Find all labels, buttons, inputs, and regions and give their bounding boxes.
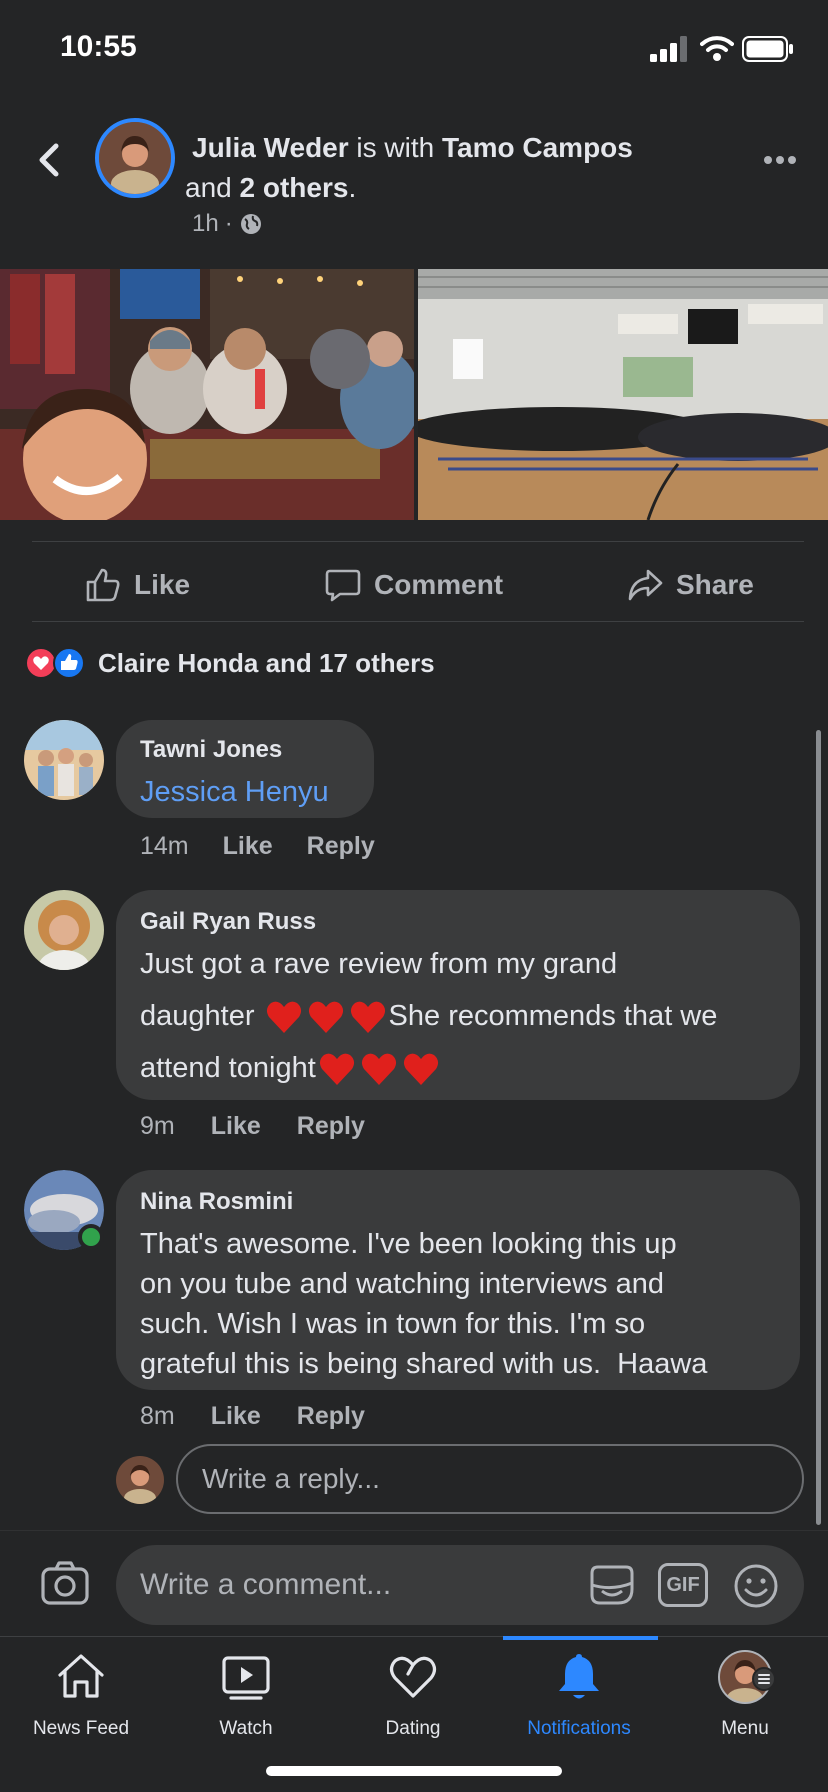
thumbs-up-icon	[86, 568, 120, 602]
nav-dating[interactable]: Dating	[338, 1650, 488, 1740]
author-name[interactable]: Julia Weder	[192, 132, 349, 163]
red-heart-emoji-icon	[319, 1054, 354, 1086]
online-status-indicator	[78, 1224, 104, 1250]
back-button[interactable]	[34, 140, 64, 180]
gif-label: GIF	[666, 1573, 700, 1596]
post-photo-gym[interactable]	[418, 269, 828, 520]
emoji-icon[interactable]	[732, 1562, 780, 1610]
meta-separator: ·	[224, 210, 233, 237]
camera-icon[interactable]	[40, 1558, 90, 1608]
nav-label: Watch	[219, 1718, 273, 1739]
comment-text-line: on you tube and watching interviews and	[140, 1268, 664, 1300]
reply-placeholder: Write a reply...	[202, 1463, 380, 1494]
commenter-avatar[interactable]	[24, 720, 104, 800]
comment-text-line: attend tonight	[140, 1048, 776, 1088]
post-headline: Julia Weder is with Tamo Campos and 2 ot…	[185, 128, 712, 208]
red-heart-emoji-icon	[403, 1054, 438, 1086]
red-heart-emoji-icon	[308, 1002, 343, 1034]
tagged-name[interactable]: Tamo Campos	[442, 132, 633, 163]
more-options-icon[interactable]	[760, 145, 800, 175]
post-meta: 1h ·	[192, 210, 263, 238]
comment-text-line: Just got a rave review from my grand	[140, 948, 618, 980]
comment-author[interactable]: Gail Ryan Russ	[140, 908, 776, 936]
comment-author[interactable]: Nina Rosmini	[140, 1188, 776, 1216]
comment-time: 8m	[140, 1402, 175, 1430]
comment-text-line: daughter She recommends that we	[140, 996, 776, 1036]
bell-icon	[559, 1654, 599, 1699]
comment-actions: 8m Like Reply	[140, 1402, 365, 1431]
comment-bubble[interactable]: Nina Rosmini That's awesome. I've been l…	[116, 1170, 800, 1390]
user-avatar	[116, 1456, 164, 1504]
comment-label: Comment	[374, 569, 504, 600]
home-icon	[58, 1654, 104, 1698]
with-text: is with	[348, 132, 443, 163]
comment-text-line: such. Wish I was in town for this. I'm s…	[140, 1308, 646, 1340]
reactions-text: Claire Honda and 17 others	[98, 647, 435, 678]
comment-like-button[interactable]: Like	[211, 1112, 261, 1141]
nav-menu[interactable]: Menu	[670, 1650, 820, 1740]
comment-text-line: grateful this is being shared with us. H…	[140, 1348, 708, 1380]
end-text: .	[348, 172, 357, 203]
comment-reply-button[interactable]: Reply	[307, 832, 375, 861]
red-heart-emoji-icon	[350, 1002, 385, 1034]
red-heart-emoji-icon	[266, 1002, 301, 1034]
signal-icon	[650, 36, 692, 62]
share-button[interactable]: Share	[626, 560, 754, 610]
like-reaction-icon	[53, 647, 85, 679]
comment-actions: 9m Like Reply	[140, 1112, 365, 1141]
gif-button[interactable]: GIF	[658, 1563, 708, 1607]
share-arrow-icon	[628, 569, 663, 601]
author-avatar[interactable]	[95, 118, 175, 198]
red-heart-emoji-icon	[361, 1054, 396, 1086]
comment-like-button[interactable]: Like	[211, 1402, 261, 1431]
like-button[interactable]: Like	[84, 560, 190, 610]
post-time: 1h	[192, 210, 219, 237]
comment-bubble-icon	[325, 569, 361, 602]
menu-lines-icon	[752, 1667, 776, 1691]
play-icon	[222, 1656, 270, 1700]
comment-button[interactable]: Comment	[324, 560, 503, 610]
and-text: and	[185, 172, 240, 203]
comment-bubble[interactable]: Tawni Jones Jessica Henyu	[116, 720, 374, 818]
comment-text-fragment: attend tonight	[140, 1052, 316, 1084]
active-tab-indicator	[503, 1636, 658, 1640]
home-indicator	[266, 1766, 562, 1776]
battery-icon	[742, 36, 793, 62]
nav-news-feed[interactable]: News Feed	[6, 1650, 156, 1740]
comment-time: 9m	[140, 1112, 175, 1140]
post-photo-dinner[interactable]	[0, 269, 414, 520]
comment-bubble[interactable]: Gail Ryan Russ Just got a rave review fr…	[116, 890, 800, 1100]
nav-label: News Feed	[32, 1718, 130, 1739]
comment-text-line: That's awesome. I've been looking this u…	[140, 1228, 677, 1260]
comment-text-fragment: daughter	[140, 1000, 263, 1032]
comment-placeholder: Write a comment...	[140, 1568, 392, 1601]
reactions-summary[interactable]: Claire Honda and 17 others	[24, 646, 435, 680]
reply-input[interactable]: Write a reply...	[176, 1444, 804, 1514]
status-time: 10:55	[60, 30, 137, 63]
comment-actions: 14m Like Reply	[140, 832, 375, 861]
heart-outline-icon	[389, 1656, 437, 1698]
like-label: Like	[134, 569, 191, 600]
comment-author[interactable]: Tawni Jones	[140, 736, 350, 764]
comment-like-button[interactable]: Like	[223, 832, 273, 861]
nav-watch[interactable]: Watch	[171, 1650, 321, 1740]
comment-text-fragment: She recommends that we	[388, 1000, 718, 1032]
scrollbar[interactable]	[816, 730, 821, 1525]
wifi-icon	[700, 36, 734, 61]
nav-label: Menu	[721, 1718, 769, 1739]
sticker-icon[interactable]	[588, 1561, 636, 1609]
nav-label: Dating	[385, 1718, 441, 1739]
profile-avatar-icon	[718, 1650, 776, 1704]
comment-mention[interactable]: Jessica Henyu	[140, 772, 350, 812]
nav-label: Notifications	[527, 1718, 631, 1739]
nav-notifications[interactable]: Notifications	[504, 1650, 654, 1740]
globe-icon	[240, 214, 261, 234]
comment-time: 14m	[140, 832, 189, 860]
commenter-avatar[interactable]	[24, 1170, 104, 1250]
others-link[interactable]: 2 others	[240, 172, 349, 203]
commenter-avatar[interactable]	[24, 890, 104, 970]
comment-reply-button[interactable]: Reply	[297, 1402, 365, 1431]
share-label: Share	[676, 569, 754, 600]
comment-reply-button[interactable]: Reply	[297, 1112, 365, 1141]
